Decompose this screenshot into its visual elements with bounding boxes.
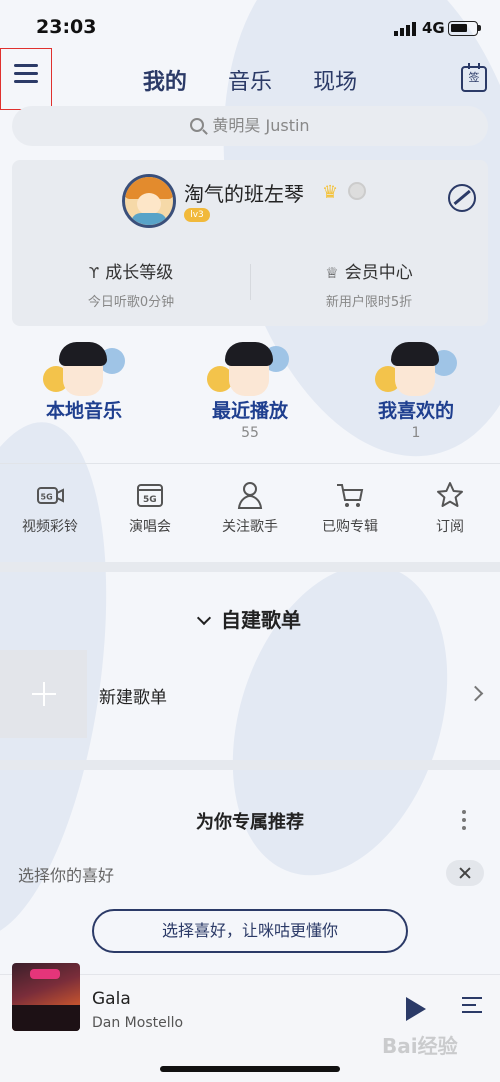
no-disturb-icon[interactable]: [448, 184, 476, 212]
section-gap: [0, 760, 500, 770]
level-badge: lv3: [184, 208, 210, 222]
vip-title: 会员中心: [344, 263, 413, 283]
divider: [0, 463, 500, 464]
sign-in-calendar-icon[interactable]: 签: [461, 63, 487, 92]
more-options-icon[interactable]: [462, 810, 468, 832]
tab-bar: 我的 音乐 现场: [0, 64, 500, 96]
artist-illustration: [205, 340, 295, 402]
grid-label: 演唱会: [129, 519, 171, 535]
preference-label: 选择你的喜好: [18, 866, 115, 885]
top-navigation: 我的 音乐 现场 签: [0, 48, 500, 110]
star-icon: [437, 482, 463, 507]
choose-preference-button[interactable]: 选择喜好，让咪咕更懂你: [92, 909, 408, 953]
chevron-down-icon: [196, 610, 212, 626]
user-follow-icon: [237, 482, 263, 509]
vinyl-badge-icon[interactable]: [348, 182, 366, 200]
search-icon: [190, 118, 205, 132]
tab-live[interactable]: 现场: [313, 64, 357, 96]
growth-subtitle: 今日听歌0分钟: [87, 295, 175, 310]
svg-text:5G: 5G: [41, 493, 53, 502]
local-music-button[interactable]: 本地音乐: [14, 340, 154, 425]
svg-text:5G: 5G: [143, 495, 157, 505]
growth-title: 成长等级: [105, 263, 174, 283]
recent-play-button[interactable]: 最近播放 55: [180, 340, 320, 441]
network-type: 4G: [422, 19, 445, 37]
vip-subtitle: 新用户限时5折: [325, 295, 413, 310]
concert-5g-icon: 5G: [137, 484, 163, 507]
favorites-button[interactable]: 我喜欢的 1: [346, 340, 486, 441]
sprout-icon: ϒ: [88, 264, 100, 282]
growth-level-button[interactable]: ϒ 成长等级 今日听歌0分钟: [12, 258, 250, 310]
playlist-section-title: 自建歌单: [221, 608, 301, 632]
artist-illustration: [39, 340, 129, 402]
status-time: 23:03: [36, 16, 97, 38]
grid-label: 关注歌手: [222, 519, 278, 535]
quick-count: 1: [411, 425, 421, 441]
crown-outline-icon: ♕: [325, 264, 339, 282]
playlist-queue-icon[interactable]: [462, 997, 484, 1019]
purchased-albums-button[interactable]: 已购专辑: [300, 480, 400, 536]
playlist-section-header[interactable]: 自建歌单: [0, 604, 500, 633]
grid-label: 已购专辑: [322, 519, 378, 535]
crown-icon[interactable]: ♛: [322, 182, 338, 203]
tab-mine[interactable]: 我的: [143, 64, 187, 96]
track-title: Gala: [92, 989, 131, 1009]
watermark: Bai经验: [382, 1034, 458, 1058]
vip-center-button[interactable]: ♕ 会员中心 新用户限时5折: [250, 258, 488, 310]
recommendation-title: 为你专属推荐: [196, 812, 304, 833]
video-5g-icon: 5G: [37, 487, 64, 504]
follow-singer-button[interactable]: 关注歌手: [200, 480, 300, 536]
video-ringtone-button[interactable]: 5G 视频彩铃: [0, 480, 100, 536]
battery-icon: [448, 21, 481, 36]
album-cover[interactable]: [12, 963, 80, 1031]
search-placeholder: 黄明昊 Justin: [212, 116, 310, 135]
play-icon[interactable]: [406, 997, 426, 1021]
subscribe-button[interactable]: 订阅: [400, 480, 500, 536]
plus-icon: [0, 650, 87, 738]
search-bar[interactable]: 黄明昊 Justin: [12, 106, 488, 146]
track-artist: Dan Mostello: [92, 1015, 184, 1031]
chevron-right-icon: [467, 685, 484, 702]
section-gap: [0, 562, 500, 572]
status-bar: 23:03 4G: [0, 0, 500, 56]
username[interactable]: 淘气的班左琴: [184, 178, 304, 207]
concert-button[interactable]: 5G 演唱会: [100, 480, 200, 536]
grid-label: 视频彩铃: [22, 519, 78, 535]
signal-icon: [394, 22, 416, 36]
avatar[interactable]: [122, 174, 176, 228]
artist-illustration: [371, 340, 461, 402]
tab-music[interactable]: 音乐: [228, 64, 272, 96]
new-playlist-row[interactable]: 新建歌单: [0, 650, 500, 738]
quick-count: 55: [241, 425, 259, 441]
home-indicator: [160, 1066, 340, 1072]
profile-card: 淘气的班左琴 ♛ lv3 ϒ 成长等级 今日听歌0分钟 ♕ 会员中心 新用户限时5折: [12, 160, 488, 326]
new-playlist-label: 新建歌单: [99, 688, 167, 708]
cart-icon: [337, 484, 364, 507]
close-icon[interactable]: [446, 860, 484, 886]
grid-label: 订阅: [436, 519, 464, 535]
